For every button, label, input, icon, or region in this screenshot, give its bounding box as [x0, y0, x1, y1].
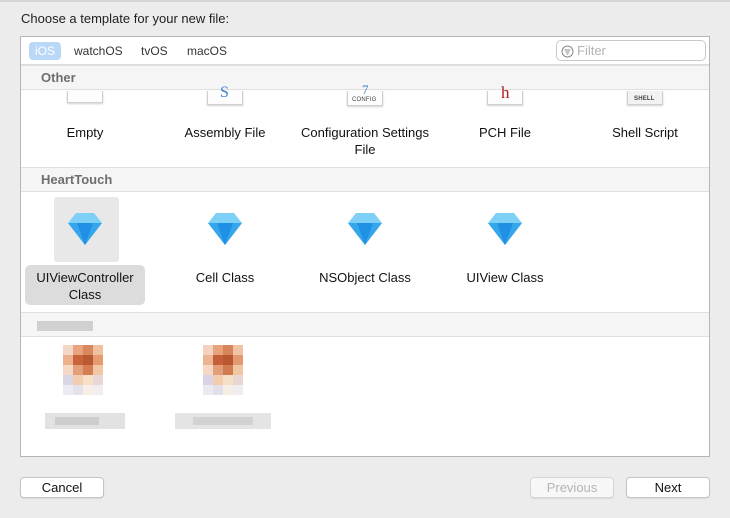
obscured-template-label: [45, 413, 125, 429]
template-label: Assembly File: [184, 125, 266, 140]
template-label: UIView Class: [466, 270, 544, 285]
template-configuration-settings-file[interactable]: 7 CONFIG Configuration Settings File: [301, 82, 429, 163]
tab-macos[interactable]: macOS: [181, 42, 233, 60]
section-header-obscured: [21, 312, 709, 337]
tab-ios[interactable]: iOS: [29, 42, 62, 60]
template-label: Empty: [66, 125, 104, 140]
filter-input[interactable]: [577, 42, 701, 59]
obscured-section-title: [37, 321, 93, 331]
template-label: Configuration Settings File: [301, 125, 429, 157]
hearttouch-diamond-icon: [488, 213, 522, 245]
template-uiview-class[interactable]: UIView Class: [441, 207, 569, 307]
dialog-prompt: Choose a template for your new file:: [21, 11, 230, 26]
hearttouch-diamond-icon: [348, 213, 382, 245]
template-pch-file[interactable]: h PCH File: [441, 83, 569, 163]
template-obscured-1[interactable]: [21, 342, 149, 437]
template-cell-class[interactable]: Cell Class: [161, 207, 289, 307]
next-button[interactable]: Next: [626, 477, 710, 498]
filter-field[interactable]: [556, 40, 706, 61]
template-nsobject-class[interactable]: NSObject Class: [301, 207, 429, 307]
template-label: Shell Script: [612, 125, 678, 140]
template-empty[interactable]: Empty: [21, 91, 149, 163]
tab-tvos[interactable]: tvOS: [135, 42, 174, 60]
shell-script-icon: SHELL: [627, 91, 663, 105]
section-header-hearttouch: HeartTouch: [21, 167, 709, 192]
config-file-icon: 7 CONFIG: [347, 82, 383, 106]
template-obscured-2[interactable]: [161, 342, 289, 437]
pixelated-template-icon: [203, 345, 253, 402]
hearttouch-diamond-icon: [208, 213, 242, 245]
pch-file-icon: h: [487, 83, 523, 105]
filter-icon: [561, 45, 574, 58]
template-label: UIViewController Class: [36, 270, 134, 302]
hearttouch-diamond-icon: [68, 213, 102, 245]
template-label: PCH File: [478, 125, 531, 140]
template-assembly-file[interactable]: S Assembly File: [161, 84, 289, 163]
platform-tab-bar: iOS watchOS tvOS macOS: [21, 37, 709, 65]
obscured-template-label: [175, 413, 271, 429]
template-label: Cell Class: [195, 270, 255, 285]
cancel-button[interactable]: Cancel: [20, 477, 104, 498]
empty-file-icon: [67, 91, 103, 103]
template-uiviewcontroller-class[interactable]: UIViewController Class: [21, 207, 149, 307]
template-shell-script[interactable]: SHELL Shell Script: [581, 91, 709, 163]
tab-watchos[interactable]: watchOS: [68, 42, 129, 60]
template-chooser: iOS watchOS tvOS macOS Other Empty S Ass…: [20, 36, 710, 457]
template-label: NSObject Class: [319, 270, 411, 285]
window-top-edge: [0, 0, 730, 2]
previous-button[interactable]: Previous: [530, 477, 614, 498]
pixelated-template-icon: [63, 345, 113, 402]
assembly-file-icon: S: [207, 84, 243, 105]
